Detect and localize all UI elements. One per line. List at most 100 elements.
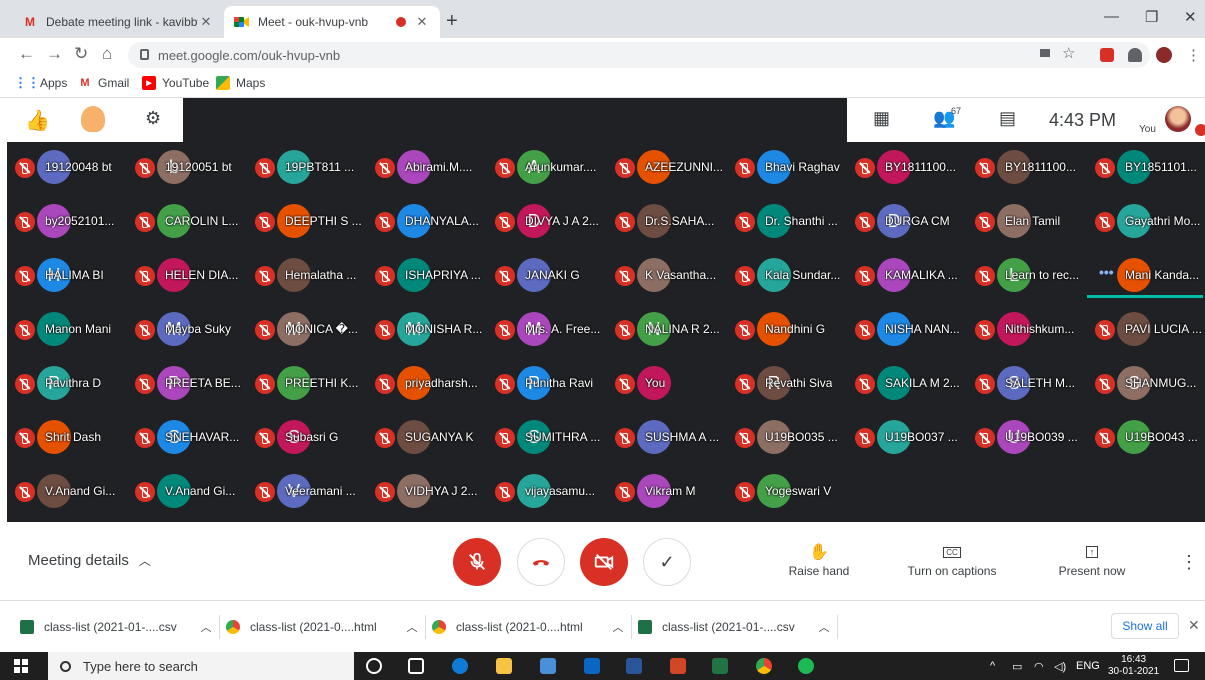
participant-tile[interactable]: P Pavithra D xyxy=(7,360,127,404)
camera-toggle-button[interactable] xyxy=(580,538,628,586)
participant-tile[interactable]: U19BO035 ... xyxy=(727,414,847,458)
participant-tile[interactable]: Gayathri Mo... xyxy=(1087,198,1205,242)
participant-tile[interactable]: SAKILA M 2... xyxy=(847,360,967,404)
chrome-icon[interactable] xyxy=(756,658,772,674)
chevron-up-icon[interactable]: ︿ xyxy=(811,619,837,635)
battery-icon[interactable]: ▭ xyxy=(1012,660,1022,673)
bookmark-youtube[interactable]: ▶ YouTube xyxy=(142,76,209,90)
participant-tile[interactable]: N NALINA R 2... xyxy=(607,306,727,350)
reload-icon[interactable]: ↻ xyxy=(74,44,88,64)
participant-tile[interactable]: V Veeramani ... xyxy=(247,468,367,512)
download-item[interactable]: class-list (2021-0....html ︿ xyxy=(432,615,632,639)
participant-tile[interactable]: V.Anand Gi... xyxy=(7,468,127,512)
extension-icon[interactable] xyxy=(1100,48,1114,62)
spotify-icon[interactable] xyxy=(798,658,814,674)
participant-tile[interactable]: SUSHMA A ... xyxy=(607,414,727,458)
tab-meet[interactable]: Meet - ouk-hvup-vnb ✕ xyxy=(224,6,440,38)
participant-tile[interactable]: M MONISHA R... xyxy=(367,306,487,350)
address-bar[interactable]: meet.google.com/ouk-hvup-vnb ☆ xyxy=(128,42,1150,68)
leave-call-button[interactable] xyxy=(517,538,565,586)
participant-tile[interactable]: Abirami.M.... xyxy=(367,144,487,188)
profile-avatar[interactable] xyxy=(1156,47,1172,63)
participant-tile[interactable]: vijayasamu... xyxy=(487,468,607,512)
participant-tile[interactable]: S SUMITHRA ... xyxy=(487,414,607,458)
participant-tile[interactable]: KAMALIKA ... xyxy=(847,252,967,296)
thumbs-up-icon[interactable]: 👍 xyxy=(25,108,50,133)
participant-tile[interactable]: U19BO037 ... xyxy=(847,414,967,458)
mic-toggle-button[interactable] xyxy=(453,538,501,586)
notification-icon[interactable] xyxy=(1174,659,1189,672)
participant-tile[interactable]: S SHANMUG... xyxy=(1087,360,1205,404)
participant-tile[interactable]: Manon Mani xyxy=(7,306,127,350)
participant-tile[interactable]: P PREETA BE... xyxy=(127,360,247,404)
participant-tile[interactable]: D DURGA CM xyxy=(847,198,967,242)
participant-tile[interactable]: Nandhini G xyxy=(727,306,847,350)
participant-tile[interactable]: Yogeswari V xyxy=(727,468,847,512)
participant-tile[interactable]: b 19120051 bt xyxy=(127,144,247,188)
participant-tile[interactable]: NISHA NAN... xyxy=(847,306,967,350)
settings-gear-icon[interactable]: ⚙ xyxy=(145,108,161,129)
participant-tile[interactable]: SUGANYA K xyxy=(367,414,487,458)
excel-icon[interactable] xyxy=(712,658,728,674)
participant-tile[interactable]: CAROLIN L... xyxy=(127,198,247,242)
word-icon[interactable] xyxy=(626,658,642,674)
close-icon[interactable]: ✕ xyxy=(198,14,214,30)
download-item[interactable]: class-list (2021-01-....csv ︿ xyxy=(638,615,838,639)
participant-tile[interactable]: R Revathi Siva xyxy=(727,360,847,404)
chevron-up-icon[interactable]: ︿ xyxy=(399,619,425,635)
close-icon[interactable]: ✕ xyxy=(414,14,430,30)
participant-tile[interactable]: BY1811100... xyxy=(847,144,967,188)
bookmark-gmail[interactable]: M Gmail xyxy=(78,76,129,90)
participant-tile[interactable]: U19BO043 ... xyxy=(1087,414,1205,458)
taskbar-clock[interactable]: 16:43 30-01-2021 xyxy=(1108,654,1159,678)
participant-tile[interactable]: Vikram M xyxy=(607,468,727,512)
volume-icon[interactable]: ◁) xyxy=(1054,660,1066,673)
participant-tile[interactable]: H HALIMA BI xyxy=(7,252,127,296)
participant-tile[interactable]: PAVI LUCIA ... xyxy=(1087,306,1205,350)
participant-tile[interactable]: VIDHYA J 2... xyxy=(367,468,487,512)
new-tab-button[interactable]: + xyxy=(446,10,458,33)
more-options-icon[interactable]: ⋮ xyxy=(1180,552,1198,573)
present-now-button[interactable]: ↑ Present now xyxy=(1037,542,1147,578)
download-item[interactable]: class-list (2021-01-....csv ︿ xyxy=(20,615,220,639)
participant-tile[interactable]: JANAKI G xyxy=(487,252,607,296)
participant-tile[interactable]: P Punitha Ravi xyxy=(487,360,607,404)
mail-icon[interactable] xyxy=(584,658,600,674)
participant-tile[interactable]: M Mrs. A. Free... xyxy=(487,306,607,350)
participant-tile[interactable]: S SNEHAVAR... xyxy=(127,414,247,458)
participant-tile[interactable]: Dr.S.SAHA... xyxy=(607,198,727,242)
cortana-icon[interactable] xyxy=(366,658,382,674)
participant-tile[interactable]: Shrit Dash xyxy=(7,414,127,458)
participant-tile[interactable]: U U19BO039 ... xyxy=(967,414,1087,458)
store-icon[interactable] xyxy=(540,658,556,674)
restore-icon[interactable]: ❐ xyxy=(1145,8,1158,26)
raise-hand-button[interactable]: ✋ Raise hand xyxy=(764,542,874,578)
grid-layout-icon[interactable]: ▦ xyxy=(873,108,890,129)
participant-tile[interactable]: PREETHI K... xyxy=(247,360,367,404)
participant-tile[interactable]: ISHAPRIYA ... xyxy=(367,252,487,296)
chat-icon[interactable]: ▤ xyxy=(999,108,1016,129)
participant-tile[interactable]: You xyxy=(607,360,727,404)
chevron-up-icon[interactable]: ︿ xyxy=(605,619,631,635)
participant-tile[interactable]: Hemalatha ... xyxy=(247,252,367,296)
chevron-up-icon[interactable]: ^ xyxy=(990,660,995,672)
bookmark-maps[interactable]: Maps xyxy=(216,76,265,90)
participant-tile[interactable]: DHANYALA... xyxy=(367,198,487,242)
participant-tile[interactable]: Nithishkum... xyxy=(967,306,1087,350)
powerpoint-icon[interactable] xyxy=(670,658,686,674)
participant-tile[interactable]: 19PBT811 ... xyxy=(247,144,367,188)
show-all-button[interactable]: Show all xyxy=(1111,613,1179,639)
participant-tile[interactable]: L Learn to rec... xyxy=(967,252,1087,296)
menu-icon[interactable]: ⋮ xyxy=(1186,46,1201,64)
participant-tile[interactable]: M MONICA �... xyxy=(247,306,367,350)
participant-tile[interactable]: M Mayba Suky xyxy=(127,306,247,350)
participant-tile[interactable]: Kala Sundar... xyxy=(727,252,847,296)
task-view-icon[interactable] xyxy=(408,658,424,674)
star-icon[interactable]: ☆ xyxy=(1062,44,1075,62)
back-icon[interactable]: ← xyxy=(18,44,35,64)
participant-tile[interactable]: A Arunkumar.... xyxy=(487,144,607,188)
chevron-up-icon[interactable]: ︿ xyxy=(193,619,219,635)
participant-tile[interactable]: Elan Tamil xyxy=(967,198,1087,242)
edge-icon[interactable] xyxy=(452,658,468,674)
window-close-icon[interactable]: ✕ xyxy=(1184,8,1197,26)
